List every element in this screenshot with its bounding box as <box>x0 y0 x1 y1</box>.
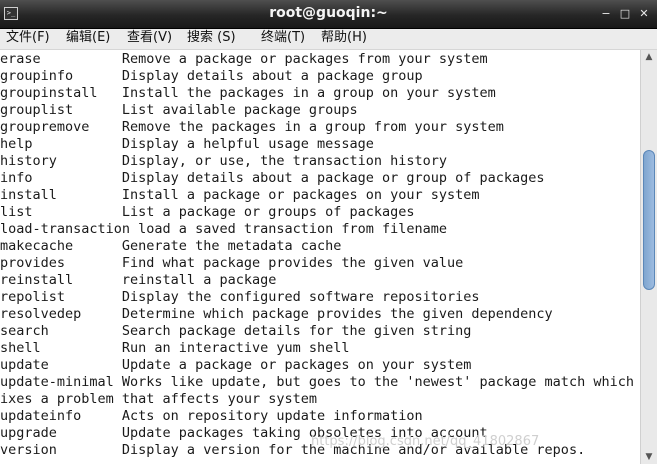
terminal-line: history Display, or use, the transaction… <box>0 153 448 169</box>
terminal-line: provides Find what package provides the … <box>0 255 464 271</box>
maximize-button[interactable]: □ <box>618 7 632 21</box>
terminal-line: grouplist List available package groups <box>0 102 358 118</box>
menu-bar: 文件(F) 编辑(E) 查看(V) 搜索 (S) 终端(T) 帮助(H) <box>0 29 657 50</box>
scrollbar-thumb[interactable] <box>643 150 655 291</box>
terminal-line: resolvedep Determine which package provi… <box>0 306 553 322</box>
terminal-output[interactable]: erase Remove a package or packages from … <box>0 50 640 464</box>
terminal-line: shell Run an interactive yum shell <box>0 340 350 356</box>
terminal-line: repolist Display the configured software… <box>0 289 480 305</box>
scroll-down-arrow-icon[interactable]: ▼ <box>641 450 657 464</box>
terminal-line: reinstall reinstall a package <box>0 272 277 288</box>
terminal-line: ixes a problem that affects your system <box>0 391 317 407</box>
vertical-scrollbar[interactable]: ▲ ▼ <box>640 50 657 464</box>
menu-terminal[interactable]: 终端(T) <box>261 30 305 46</box>
terminal-line: updateinfo Acts on repository update inf… <box>0 408 423 424</box>
menu-file[interactable]: 文件(F) <box>6 30 50 46</box>
terminal-line: load-transaction load a saved transactio… <box>0 221 448 237</box>
menu-help[interactable]: 帮助(H) <box>321 30 367 46</box>
close-button[interactable]: ✕ <box>637 7 651 21</box>
terminal-line: groupinfo Display details about a packag… <box>0 68 423 84</box>
watermark: https://blog.csdn.net/qq_41802867 <box>311 434 540 449</box>
minimize-button[interactable]: − <box>599 7 613 21</box>
menu-search[interactable]: 搜索 (S) <box>187 30 236 46</box>
terminal-line: groupremove Remove the packages in a gro… <box>0 119 504 135</box>
terminal-line: list List a package or groups of package… <box>0 204 415 220</box>
terminal-line: search Search package details for the gi… <box>0 323 472 339</box>
scroll-up-arrow-icon[interactable]: ▲ <box>641 50 657 64</box>
terminal-line: erase Remove a package or packages from … <box>0 51 488 67</box>
title-bar[interactable]: >_ root@guoqin:~ − □ ✕ <box>0 0 657 29</box>
terminal-line: help Display a helpful usage message <box>0 136 374 152</box>
menu-view[interactable]: 查看(V) <box>127 30 172 46</box>
terminal-line: update Update a package or packages on y… <box>0 357 472 373</box>
menu-edit[interactable]: 编辑(E) <box>66 30 110 46</box>
terminal-line: makecache Generate the metadata cache <box>0 238 342 254</box>
terminal-line: info Display details about a package or … <box>0 170 545 186</box>
window-title: root@guoqin:~ <box>269 5 388 21</box>
terminal-line: groupinstall Install the packages in a g… <box>0 85 496 101</box>
terminal-line: install Install a package or packages on… <box>0 187 480 203</box>
terminal-line: update-minimal Works like update, but go… <box>0 374 640 390</box>
